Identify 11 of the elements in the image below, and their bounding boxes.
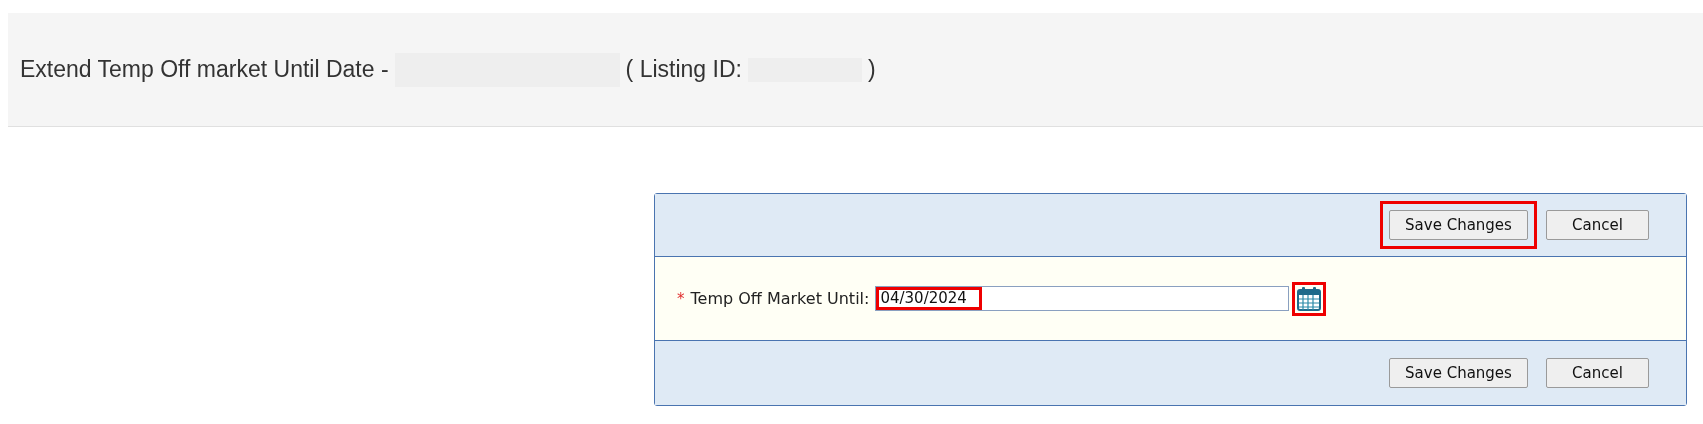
field-label: Temp Off Market Until:: [690, 289, 870, 308]
closing-paren: ): [867, 56, 876, 83]
page-title: Extend Temp Off market Until Date -: [20, 56, 389, 83]
date-input-field[interactable]: 04/30/2024: [875, 286, 1290, 311]
listing-id-label: ( Listing ID:: [625, 56, 742, 83]
cancel-button[interactable]: Cancel: [1546, 210, 1649, 240]
save-changes-button[interactable]: Save Changes: [1389, 358, 1528, 388]
required-asterisk: *: [677, 289, 685, 308]
cancel-button[interactable]: Cancel: [1546, 358, 1649, 388]
save-changes-button[interactable]: Save Changes: [1389, 210, 1528, 240]
calendar-icon[interactable]: [1296, 285, 1323, 312]
